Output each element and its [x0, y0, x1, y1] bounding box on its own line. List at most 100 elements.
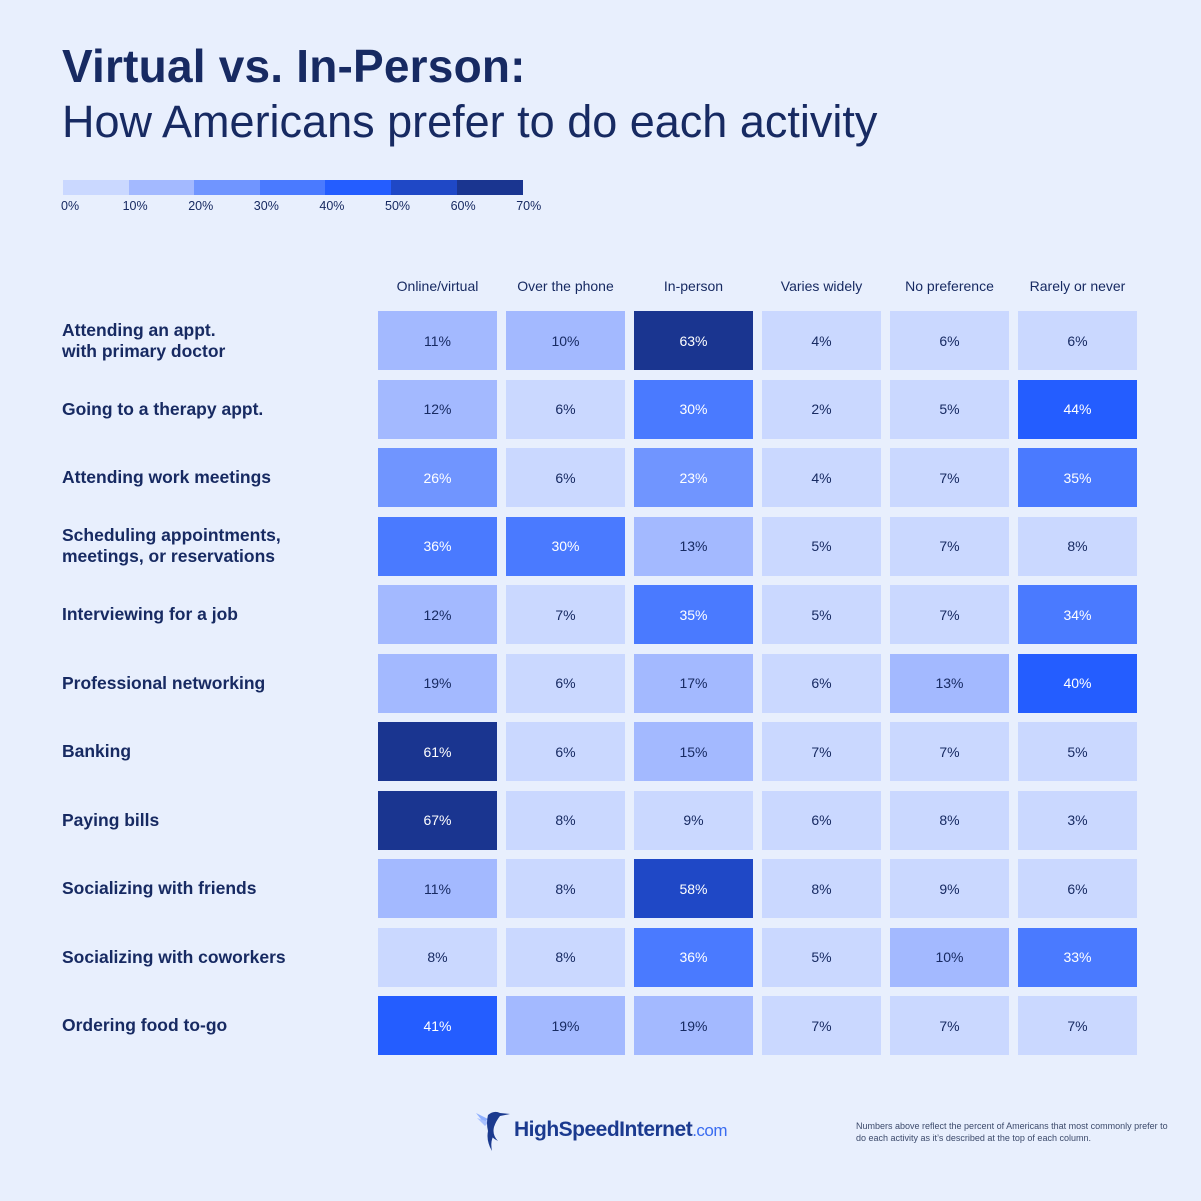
- heatmap-cell: 8%: [890, 790, 1009, 850]
- heatmap-cell: 7%: [890, 996, 1009, 1055]
- legend-tick-label: 50%: [385, 199, 411, 213]
- row-label: Paying bills: [62, 809, 160, 830]
- heatmap-cell: 9%: [634, 790, 753, 850]
- heatmap-cell: 17%: [634, 653, 753, 713]
- legend-swatch: [325, 180, 392, 195]
- heatmap-cell: 5%: [890, 379, 1009, 439]
- row-label: Interviewing for a job: [62, 604, 238, 624]
- heatmap-cell: 7%: [506, 585, 625, 644]
- legend-swatch: [63, 180, 130, 195]
- legend-tick-label: 0%: [61, 199, 80, 213]
- logo-main: HighSpeedInternet: [514, 1118, 693, 1141]
- legend-swatch: [259, 180, 326, 195]
- heatmap-cell: 5%: [762, 927, 881, 987]
- heatmap-cell: 4%: [762, 448, 881, 507]
- heatmap-cell: 12%: [378, 585, 497, 644]
- heatmap-cell: 8%: [506, 927, 625, 987]
- heatmap-cell: 40%: [1018, 653, 1137, 713]
- heatmap-cell: 61%: [378, 722, 497, 781]
- heatmap-cell: 33%: [1018, 927, 1137, 987]
- heatmap-cell: 58%: [634, 859, 753, 918]
- row-label: Scheduling appointments, meetings, or re…: [62, 525, 281, 566]
- heatmap-cell: 63%: [634, 311, 753, 370]
- heatmap-cell: 11%: [378, 859, 497, 918]
- chart-subtitle: How Americans prefer to do each activity: [62, 96, 878, 147]
- column-header: Varies widely: [780, 278, 863, 294]
- heatmap-cell: 35%: [634, 585, 753, 644]
- row-label: Banking: [62, 741, 132, 761]
- heatmap-cell: 3%: [1018, 790, 1137, 850]
- heatmap-cell: 36%: [634, 927, 753, 987]
- heatmap-cell: 8%: [762, 859, 881, 918]
- heatmap-cell: 30%: [634, 379, 753, 439]
- heatmap-cell: 34%: [1018, 585, 1137, 644]
- legend-swatch: [194, 180, 261, 195]
- heatmap-cell: 19%: [506, 996, 625, 1055]
- heatmap-cell: 6%: [506, 722, 625, 781]
- heatmap-cell: 5%: [762, 516, 881, 576]
- heatmap-cell: 41%: [378, 996, 497, 1055]
- legend-tick-label: 10%: [122, 199, 148, 213]
- heatmap-cell: 19%: [378, 653, 497, 713]
- logo-wordmark: HighSpeedInternet.com: [514, 1118, 728, 1142]
- heatmap-cell: 6%: [762, 790, 881, 850]
- heatmap-cell: 6%: [506, 379, 625, 439]
- row-label: Socializing with friends: [62, 878, 257, 898]
- heatmap-cell: 7%: [1018, 996, 1137, 1055]
- row-label: Professional networking: [62, 672, 266, 693]
- row-label: Attending work meetings: [62, 467, 272, 487]
- brand-logo: HighSpeedInternet.com: [474, 1105, 728, 1155]
- column-header: No preference: [905, 278, 994, 294]
- heatmap-cell: 6%: [762, 653, 881, 713]
- heatmap-cell: 7%: [890, 448, 1009, 507]
- footnote: Numbers above reflect the percent of Ame…: [856, 1121, 1168, 1143]
- legend-tick-label: 20%: [188, 199, 214, 213]
- heatmap-cell: 7%: [762, 996, 881, 1055]
- heatmap-cell: 6%: [890, 311, 1009, 370]
- heatmap-cell: 8%: [506, 790, 625, 850]
- row-label: Going to a therapy appt.: [62, 398, 264, 419]
- heatmap-cell: 6%: [1018, 859, 1137, 918]
- heatmap-cell: 6%: [506, 653, 625, 713]
- color-legend: 0% 10% 20% 30% 40% 50% 60% 70%: [61, 180, 541, 220]
- logo-suffix: .com: [692, 1121, 728, 1140]
- heatmap-cell: 8%: [506, 859, 625, 918]
- legend-swatch: [128, 180, 195, 195]
- heatmap-cell: 6%: [1018, 311, 1137, 370]
- heatmap-cell: 10%: [890, 927, 1009, 987]
- column-header: Rarely or never: [1029, 278, 1126, 294]
- heatmap-cell: 6%: [506, 448, 625, 507]
- heatmap-cell: 7%: [890, 516, 1009, 576]
- column-header: Online/virtual: [396, 278, 479, 294]
- heatmap-cell: 44%: [1018, 379, 1137, 439]
- heatmap-cell: 67%: [378, 790, 497, 850]
- row-label: Socializing with coworkers: [62, 946, 286, 967]
- heatmap-cell: 13%: [890, 653, 1009, 713]
- row-label: Ordering food to-go: [62, 1015, 228, 1035]
- heatmap-cell: 26%: [378, 448, 497, 507]
- heatmap-cell: 5%: [1018, 722, 1137, 781]
- heatmap-cell: 36%: [378, 516, 497, 576]
- heatmap-cell: 19%: [634, 996, 753, 1055]
- heatmap-cell: 13%: [634, 516, 753, 576]
- legend-tick-label: 40%: [319, 199, 345, 213]
- heatmap-cell: 8%: [1018, 516, 1137, 576]
- heatmap-cell: 7%: [890, 585, 1009, 644]
- heatmap-cell: 5%: [762, 585, 881, 644]
- heatmap-cell: 8%: [378, 927, 497, 987]
- legend-swatch: [391, 180, 458, 195]
- column-header: In-person: [663, 278, 724, 294]
- heatmap-cell: 7%: [762, 722, 881, 781]
- legend-tick-label: 30%: [253, 199, 279, 213]
- chart-title: Virtual vs. In-Person:: [62, 40, 526, 92]
- row-label: Attending an appt. with primary doctor: [62, 319, 226, 361]
- heatmap-cell: 15%: [634, 722, 753, 781]
- hummingbird-icon: [476, 1111, 510, 1151]
- heatmap-cell: 30%: [506, 516, 625, 576]
- legend-swatch: [456, 180, 523, 195]
- heatmap-cell: 4%: [762, 311, 881, 370]
- heatmap-cell: 11%: [378, 311, 497, 370]
- column-header: Over the phone: [517, 278, 614, 294]
- legend-tick-label: 60%: [450, 199, 476, 213]
- heatmap-cell: 2%: [762, 379, 881, 439]
